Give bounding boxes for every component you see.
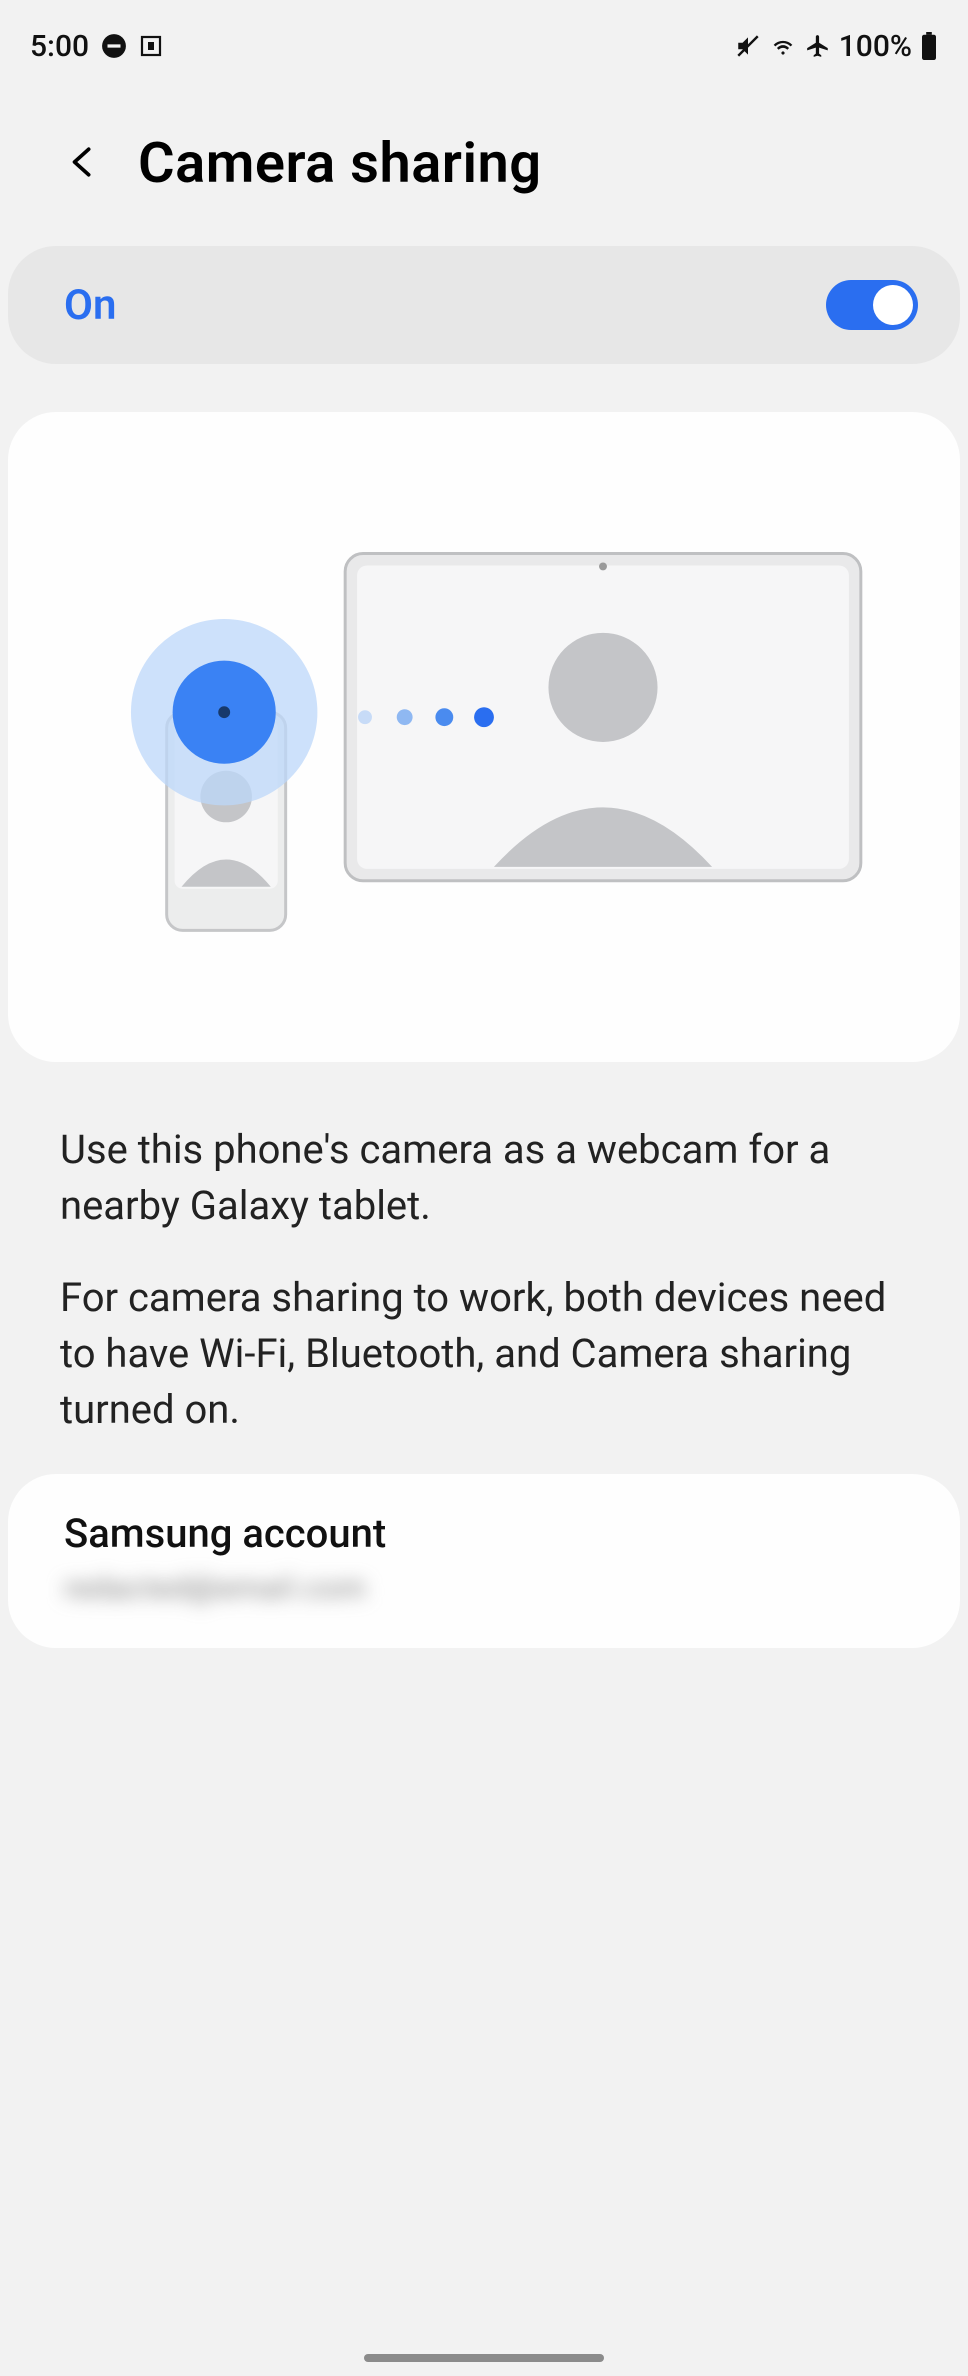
mute-icon bbox=[735, 33, 761, 59]
back-button[interactable] bbox=[58, 138, 108, 188]
page-title: Camera sharing bbox=[138, 130, 542, 196]
status-time: 5:00 bbox=[30, 29, 89, 64]
switch-thumb bbox=[873, 285, 913, 325]
page-header: Camera sharing bbox=[0, 70, 968, 246]
status-battery-pct: 100% bbox=[839, 29, 912, 64]
battery-icon bbox=[920, 32, 938, 60]
account-value: redacted@email.com bbox=[64, 1571, 904, 1606]
toggle-label: On bbox=[64, 281, 116, 330]
master-toggle-card: On bbox=[8, 246, 960, 364]
description-line-1: Use this phone's camera as a webcam for … bbox=[60, 1122, 908, 1234]
wifi-icon bbox=[769, 33, 797, 59]
status-right: 100% bbox=[735, 29, 938, 64]
home-indicator[interactable] bbox=[364, 2354, 604, 2362]
samsung-account-card[interactable]: Samsung account redacted@email.com bbox=[8, 1474, 960, 1648]
status-bar: 5:00 100% bbox=[0, 0, 968, 70]
master-toggle-switch[interactable] bbox=[826, 280, 918, 330]
card-icon bbox=[139, 34, 163, 58]
account-label: Samsung account bbox=[64, 1510, 904, 1557]
description: Use this phone's camera as a webcam for … bbox=[0, 1062, 968, 1438]
illustration-card bbox=[8, 412, 960, 1062]
airplane-icon bbox=[805, 33, 831, 59]
description-line-2: For camera sharing to work, both devices… bbox=[60, 1270, 908, 1438]
status-left: 5:00 bbox=[30, 29, 163, 64]
chevron-left-icon bbox=[66, 140, 100, 187]
illustration bbox=[8, 412, 960, 1062]
dnd-icon bbox=[101, 33, 127, 59]
